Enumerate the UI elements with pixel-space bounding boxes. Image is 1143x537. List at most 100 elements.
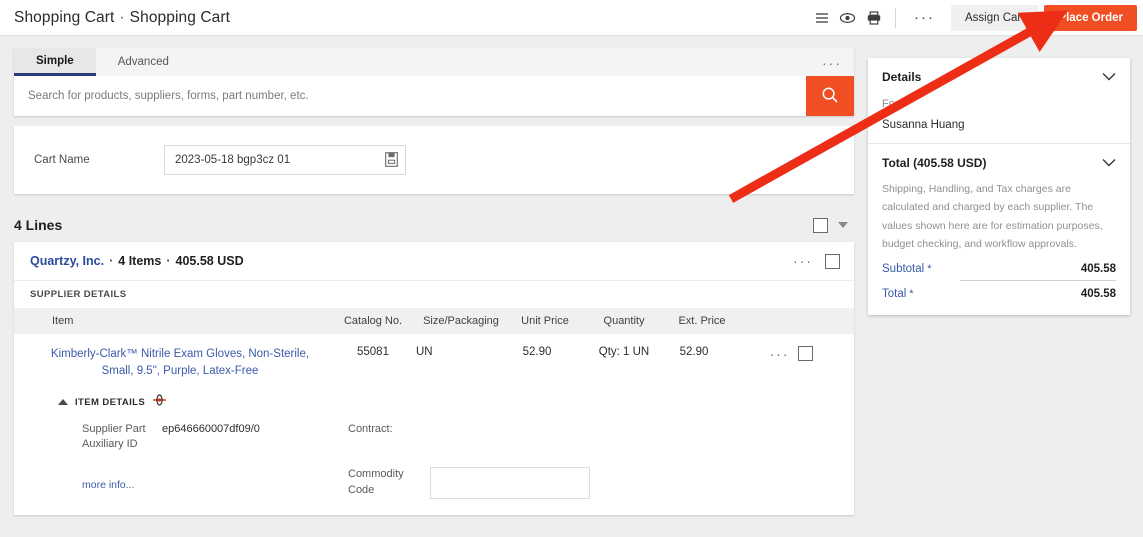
header-divider <box>895 8 896 28</box>
supplier-part-label: Supplier Part Auxiliary ID <box>82 422 162 454</box>
assign-cart-button[interactable]: Assign Cart <box>951 5 1038 31</box>
cell-catalog-no: 55081 <box>330 334 416 381</box>
lines-bar-actions <box>813 218 854 233</box>
supplier-sep-2: · <box>166 254 170 268</box>
item-details-section: ITEM DETAILS Supplier Part Auxiliary ID … <box>14 381 854 514</box>
column-header-size-packaging: Size/Packaging <box>416 308 506 334</box>
row-overflow-icon[interactable]: ··· <box>770 347 790 361</box>
item-details-header: ITEM DETAILS <box>58 393 854 412</box>
total-title: Total (405.58 USD) <box>882 156 986 170</box>
column-header-ext-price: Ext. Price <box>664 308 740 334</box>
cell-actions: ··· <box>740 334 854 381</box>
tab-simple[interactable]: Simple <box>14 48 96 76</box>
supplier-select-checkbox[interactable] <box>825 254 840 269</box>
search-input[interactable] <box>14 76 806 116</box>
breadcrumb-item-first[interactable]: Shopping Cart <box>14 9 114 26</box>
supplier-details-label: SUPPLIER DETAILS <box>14 280 854 308</box>
cart-name-input[interactable] <box>165 146 405 174</box>
line-items-table: Item Catalog No. Size/Packaging Unit Pri… <box>14 308 854 381</box>
item-details-col-left: Supplier Part Auxiliary ID ep646660007df… <box>58 422 348 500</box>
header-actions: ··· Assign Cart Place Order <box>809 0 1143 35</box>
contract-label: Contract: <box>348 422 430 438</box>
cell-unit-price: 52.90 <box>506 334 584 381</box>
search-tabs: Simple Advanced ··· <box>14 48 854 76</box>
supplier-name-link[interactable]: Quartzy, Inc. <box>30 254 104 268</box>
total-label[interactable]: Total <box>882 288 906 300</box>
breadcrumb-separator: · <box>119 9 124 26</box>
main-column: Simple Advanced ··· Cart Name <box>14 48 854 515</box>
breadcrumb: Shopping Cart · Shopping Cart <box>14 9 230 27</box>
total-row: Total* 405.58 <box>882 285 1116 303</box>
column-header-quantity: Quantity <box>584 308 664 334</box>
search-overflow-icon[interactable]: ··· <box>822 56 842 70</box>
commodity-code-input[interactable] <box>430 467 590 499</box>
supplier-item-count: 4 Items <box>118 254 161 268</box>
product-search-card: Simple Advanced ··· <box>14 48 854 116</box>
table-body: Kimberly-Clark™ Nitrile Exam Gloves, Non… <box>14 334 854 381</box>
commodity-code-row: Commodity Code <box>348 467 648 499</box>
details-title: Details <box>882 70 921 84</box>
details-section-header: Details <box>882 68 1116 86</box>
tabs-spacer: ··· <box>191 48 854 76</box>
lines-count-label: 4 Lines <box>14 217 62 233</box>
subtotal-label[interactable]: Subtotal <box>882 263 924 275</box>
page-header: Shopping Cart · Shopping Cart ··· Assign C… <box>0 0 1143 36</box>
supplier-overflow-icon[interactable]: ··· <box>793 254 813 268</box>
place-order-button[interactable]: Place Order <box>1044 5 1137 31</box>
lines-summary-bar: 4 Lines <box>14 208 854 242</box>
total-section-header: Total (405.58 USD) <box>882 154 1116 172</box>
list-icon[interactable] <box>809 0 835 36</box>
supplier-header-actions: ··· <box>793 254 840 269</box>
search-row <box>14 76 854 116</box>
cell-item: Kimberly-Clark™ Nitrile Exam Gloves, Non… <box>14 334 330 381</box>
search-icon <box>821 86 839 107</box>
item-details-col-right: Contract: Commodity Code <box>348 422 648 500</box>
shopping-cart-page: Shopping Cart · Shopping Cart ··· Assign C… <box>0 0 1143 537</box>
chevron-down-icon[interactable] <box>838 222 848 228</box>
supplier-part-value: ep646660007df09/0 <box>162 422 260 454</box>
details-panel: Details For Susanna Huang Total (405.58 … <box>868 58 1130 315</box>
item-details-label: ITEM DETAILS <box>75 397 145 408</box>
total-value: 405.58 <box>1081 288 1116 300</box>
chevron-up-icon[interactable] <box>58 399 68 405</box>
select-all-checkbox[interactable] <box>813 218 828 233</box>
chevron-down-icon[interactable] <box>1102 154 1116 172</box>
subtotal-value: 405.58 <box>1081 263 1116 275</box>
column-header-catalog-no: Catalog No. <box>330 308 416 334</box>
header-overflow-icon[interactable]: ··· <box>904 10 945 25</box>
total-section: Total (405.58 USD) Shipping, Handling, a… <box>868 144 1130 315</box>
for-label: For <box>882 98 1116 110</box>
eye-icon[interactable] <box>835 0 861 36</box>
column-header-unit-price: Unit Price <box>506 308 584 334</box>
table-head: Item Catalog No. Size/Packaging Unit Pri… <box>14 308 854 334</box>
details-section: Details For Susanna Huang <box>868 58 1130 143</box>
totals-rule <box>960 280 1116 281</box>
cart-name-field-wrap <box>164 145 406 175</box>
supplier-part-row: Supplier Part Auxiliary ID ep646660007df… <box>82 422 348 454</box>
contract-row: Contract: <box>348 422 648 438</box>
cell-size-packaging: UN <box>416 334 506 381</box>
more-info-link[interactable]: more info... <box>82 479 348 491</box>
chevron-down-icon[interactable] <box>1102 68 1116 86</box>
printer-icon[interactable] <box>861 0 887 36</box>
column-header-item: Item <box>14 308 330 334</box>
cell-quantity: Qty: 1 UN <box>584 334 664 381</box>
search-button[interactable] <box>806 76 854 116</box>
column-header-actions <box>740 308 854 334</box>
contract-link-icon <box>152 393 167 412</box>
table-header-row: Item Catalog No. Size/Packaging Unit Pri… <box>14 308 854 334</box>
table-row: Kimberly-Clark™ Nitrile Exam Gloves, Non… <box>14 334 854 381</box>
subtotal-row: Subtotal* 405.58 <box>882 260 1116 278</box>
tab-advanced[interactable]: Advanced <box>96 48 191 76</box>
row-select-checkbox[interactable] <box>798 346 813 361</box>
for-value: Susanna Huang <box>882 119 1116 131</box>
totals-disclaimer: Shipping, Handling, and Tax charges are … <box>882 180 1116 254</box>
supplier-card: Quartzy, Inc.·4 Items·405.58 USD ··· SUP… <box>14 242 854 515</box>
total-required-star: * <box>909 288 913 300</box>
breadcrumb-item-current: Shopping Cart <box>130 9 230 26</box>
supplier-summary: Quartzy, Inc.·4 Items·405.58 USD <box>30 254 244 268</box>
cart-name-card: Cart Name <box>14 126 854 194</box>
supplier-sep-1: · <box>109 254 113 268</box>
save-icon[interactable] <box>385 152 398 172</box>
item-name-link[interactable]: Kimberly-Clark™ Nitrile Exam Gloves, Non… <box>51 348 309 377</box>
